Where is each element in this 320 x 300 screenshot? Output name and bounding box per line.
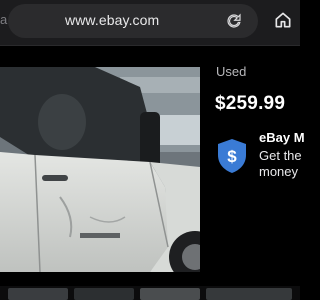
address-bar[interactable]: www.ebay.com [8,4,258,38]
thumbnail[interactable] [206,288,292,300]
svg-text:$: $ [227,147,237,166]
thumbnail[interactable] [140,288,200,300]
money-back-guarantee-title[interactable]: eBay M [259,130,305,145]
thumbnail[interactable] [74,288,134,300]
item-condition: Used [216,64,247,79]
reload-icon[interactable] [225,12,243,30]
toolbar-left-fragment: a [0,12,8,27]
url-text: www.ebay.com [65,12,160,28]
guarantee-description-line-2: money [259,164,299,179]
toolbar-divider [0,45,300,46]
guarantee-description-line-1: Get the [259,148,302,163]
browser-toolbar: a www.ebay.com [0,0,300,46]
item-price: $259.99 [215,93,286,114]
thumbnail-strip [0,286,300,300]
shield-dollar-icon: $ [218,139,246,173]
truck-photo [0,67,200,272]
thumbnail[interactable] [8,288,68,300]
product-image[interactable] [0,67,200,272]
home-icon[interactable] [273,10,293,30]
